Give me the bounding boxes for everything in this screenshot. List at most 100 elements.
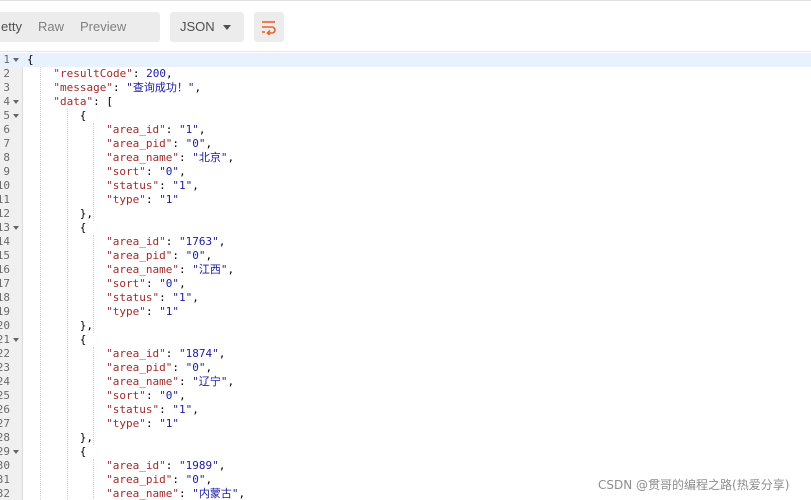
line-number: 24 [0, 375, 10, 388]
tab-preview[interactable]: Preview [80, 12, 140, 42]
json-key: "type" [106, 193, 146, 206]
code-line: 12}, [0, 207, 811, 221]
code-line: 30 "area_id": "1989", [0, 459, 811, 473]
line-number: 27 [0, 417, 10, 430]
punctuation: { [27, 53, 34, 66]
code-line: 25 "sort": "0", [0, 389, 811, 403]
json-value: "0" [185, 361, 206, 374]
json-value: "查询成功！" [126, 81, 195, 94]
json-value: "1" [172, 179, 193, 192]
punctuation: : [179, 487, 193, 500]
code-text: "data": [ [53, 95, 113, 109]
tab-raw[interactable]: Raw [38, 12, 80, 42]
code-line: 18 "status": "1", [0, 291, 811, 305]
code-text: "status": "1", [106, 291, 199, 305]
line-number: 26 [0, 403, 10, 416]
punctuation: : [145, 165, 160, 178]
code-text: "area_id": "1989", [106, 459, 225, 473]
code-text: { [27, 53, 34, 67]
code-line: 16 "area_name": "江西", [0, 263, 811, 277]
json-value: "1874" [179, 347, 219, 360]
code-text: }, [80, 431, 93, 445]
line-number: 30 [0, 459, 10, 472]
code-line: 3 "message": "查询成功！", [0, 81, 811, 95]
punctuation: { [79, 109, 87, 122]
json-value: 200 [146, 67, 166, 80]
indent-guide [93, 123, 94, 221]
line-number: 2 [3, 67, 10, 80]
json-key: "status" [106, 179, 160, 192]
punctuation: , [192, 291, 199, 304]
json-value: "内蒙古" [192, 487, 239, 500]
json-value: "1989" [179, 459, 219, 472]
punctuation: , [179, 389, 186, 402]
json-key: "type" [106, 417, 146, 430]
punctuation: { [79, 333, 87, 346]
punctuation: , [205, 361, 213, 374]
format-select[interactable]: JSON [170, 12, 244, 42]
fold-arrow-icon[interactable] [13, 100, 19, 104]
code-text: "type": "1" [106, 417, 179, 431]
punctuation: , [227, 263, 235, 276]
code-text: "sort": "0", [106, 165, 186, 179]
punctuation: }, [79, 319, 94, 332]
fold-arrow-icon[interactable] [13, 226, 19, 230]
punctuation: : [165, 235, 180, 248]
tab-pretty[interactable]: etty [0, 12, 38, 42]
json-key: "data" [53, 95, 94, 108]
code-text: "area_name": "江西", [106, 263, 234, 277]
json-value: "1763" [179, 235, 219, 248]
code-text: "sort": "0", [106, 389, 186, 403]
json-key: "message" [53, 81, 113, 94]
line-number: 4 [3, 95, 10, 108]
fold-arrow-icon[interactable] [13, 338, 19, 342]
json-key: "status" [106, 291, 160, 304]
punctuation: : [145, 193, 160, 206]
json-key: "area_name" [106, 375, 180, 388]
chevron-down-icon [223, 25, 231, 30]
code-line: 15 "area_pid": "0", [0, 249, 811, 263]
json-value: "0" [159, 389, 180, 402]
code-line: 14 "area_id": "1763", [0, 235, 811, 249]
punctuation: : [172, 361, 186, 374]
code-text: { [80, 109, 87, 123]
code-text: "status": "1", [106, 179, 199, 193]
fold-arrow-icon[interactable] [13, 450, 19, 454]
format-select-value: JSON [180, 19, 215, 34]
punctuation: { [79, 445, 87, 458]
fold-arrow-icon[interactable] [13, 114, 19, 118]
punctuation: , [218, 347, 226, 360]
punctuation: , [192, 179, 199, 192]
json-value: "1" [179, 123, 199, 136]
code-text: "area_pid": "0", [106, 361, 212, 375]
json-key: "sort" [106, 165, 146, 178]
json-value: "江西" [192, 263, 228, 276]
response-toolbar: etty Raw Preview JSON [0, 0, 811, 52]
code-line: 7 "area_pid": "0", [0, 137, 811, 151]
code-line: 10 "status": "1", [0, 179, 811, 193]
code-line: 19 "type": "1" [0, 305, 811, 319]
json-value: "0" [159, 277, 180, 290]
line-number: 15 [0, 249, 10, 262]
json-value: "0" [185, 249, 206, 262]
punctuation: , [179, 165, 186, 178]
json-value: "0" [159, 165, 180, 178]
code-text: "area_pid": "0", [106, 137, 212, 151]
punctuation: : [179, 263, 193, 276]
wrap-lines-button[interactable] [254, 12, 284, 42]
code-line: 26 "status": "1", [0, 403, 811, 417]
code-text: "area_pid": "0", [106, 249, 212, 263]
json-key: "area_id" [106, 123, 166, 136]
punctuation: }, [79, 207, 94, 220]
fold-arrow-icon[interactable] [13, 58, 19, 62]
punctuation: : [179, 151, 193, 164]
punctuation: : [93, 95, 107, 108]
json-value: "0" [185, 137, 206, 150]
response-body-editor[interactable]: 1{2 "resultCode": 200, 3 "message": "查询成功！"… [0, 53, 811, 500]
code-text: "area_pid": "0", [106, 473, 212, 487]
punctuation: , [194, 81, 202, 94]
line-number: 9 [3, 165, 10, 178]
code-text: "area_name": "北京", [106, 151, 234, 165]
code-text: "status": "1", [106, 403, 199, 417]
code-text: { [80, 333, 87, 347]
